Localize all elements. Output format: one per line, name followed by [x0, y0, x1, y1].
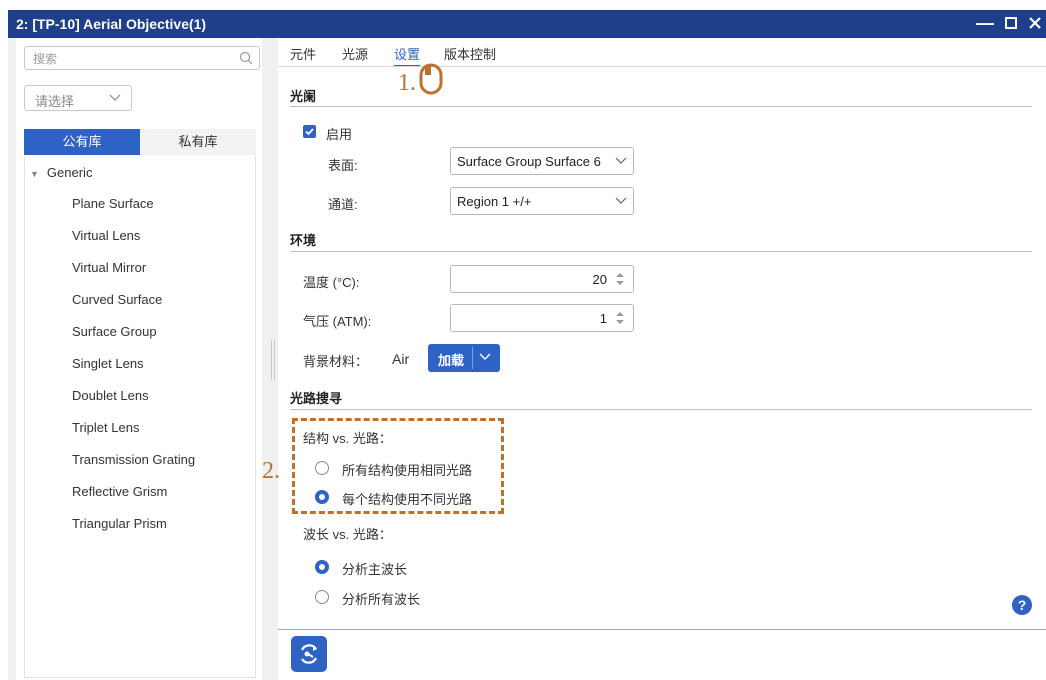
button-separator — [472, 347, 473, 369]
tree-item[interactable]: Reflective Grism — [72, 484, 167, 499]
annotation-highlight-box — [292, 418, 504, 514]
background-material-value: Air — [392, 351, 410, 367]
radio-all-wavelengths-label: 分析所有波长 — [342, 592, 421, 607]
search-input[interactable] — [31, 50, 235, 68]
mouse-click-icon — [419, 63, 443, 95]
tree-item[interactable]: Singlet Lens — [72, 356, 144, 371]
pressure-value: 1 — [599, 311, 607, 326]
load-material-button[interactable]: 加载 — [428, 344, 500, 372]
pressure-spinbox[interactable]: 1 — [450, 304, 634, 332]
tree-item[interactable]: Virtual Lens — [72, 228, 140, 243]
spinner-arrows-icon[interactable] — [615, 271, 625, 287]
surface-dropdown[interactable]: Surface Group Surface 6 — [450, 147, 634, 175]
checkmark-icon — [305, 128, 314, 136]
library-select[interactable]: 请选择 — [24, 85, 132, 111]
trace-button[interactable] — [291, 636, 327, 672]
channel-dropdown[interactable]: Region 1 +/+ — [450, 187, 634, 215]
tree-item[interactable]: Virtual Mirror — [72, 260, 146, 275]
section-divider — [290, 409, 1032, 410]
tab-components[interactable]: 元件 — [290, 44, 316, 63]
tabs-divider — [278, 66, 1046, 67]
maximize-button[interactable] — [1000, 12, 1022, 34]
section-divider — [290, 251, 1032, 252]
tab-settings[interactable]: 设置 — [394, 44, 421, 67]
title-bar: 2: [TP-10] Aerial Objective(1) — — [8, 10, 1046, 38]
top-strip — [0, 0, 1046, 10]
tab-private-library[interactable]: 私有库 — [140, 129, 256, 155]
radio-primary-wavelength[interactable] — [315, 560, 329, 574]
panel-splitter[interactable] — [271, 340, 275, 380]
section-title-aperture: 光阑 — [290, 89, 317, 104]
spinner-arrows-icon[interactable] — [615, 310, 625, 326]
library-tabs: 公有库 私有库 — [24, 129, 256, 155]
tree-node-label: Generic — [46, 165, 93, 180]
enable-label: 启用 — [326, 127, 353, 142]
channel-dropdown-value: Region 1 +/+ — [457, 194, 532, 209]
wavelength-vs-path-label: 波长 vs. 光路： — [303, 527, 392, 542]
search-icon[interactable] — [239, 51, 253, 65]
window-title: 2: [TP-10] Aerial Objective(1) — [16, 16, 207, 32]
minimize-button[interactable]: — — [974, 12, 996, 34]
tree-item[interactable]: Doublet Lens — [72, 388, 149, 403]
radio-all-wavelengths[interactable] — [315, 590, 329, 604]
tree-item[interactable]: Triangular Prism — [72, 516, 167, 531]
chevron-down-icon — [615, 157, 627, 164]
enable-checkbox[interactable] — [303, 125, 316, 138]
close-button[interactable] — [1024, 12, 1046, 34]
tab-public-library[interactable]: 公有库 — [24, 129, 140, 155]
search-box[interactable] — [24, 46, 260, 70]
temperature-label: 温度 (°C): — [303, 275, 360, 290]
tab-sources[interactable]: 光源 — [342, 44, 368, 63]
radio-primary-wavelength-label: 分析主波长 — [342, 562, 408, 577]
load-button-label: 加载 — [438, 353, 465, 368]
channel-label: 通道: — [328, 197, 358, 212]
tree-item[interactable]: Transmission Grating — [72, 452, 195, 467]
annotation-step-2: 2. — [262, 458, 280, 484]
section-title-environment: 环境 — [290, 233, 317, 248]
surface-dropdown-value: Surface Group Surface 6 — [457, 154, 601, 169]
tree-item[interactable]: Surface Group — [72, 324, 157, 339]
maximize-icon — [1005, 17, 1017, 29]
chevron-down-icon[interactable] — [479, 352, 491, 362]
chevron-down-icon — [615, 197, 627, 204]
caret-down-icon[interactable]: ▼ — [30, 169, 39, 179]
close-icon — [1029, 17, 1041, 29]
tab-version-control[interactable]: 版本控制 — [444, 44, 496, 63]
temperature-spinbox[interactable]: 20 — [450, 265, 634, 293]
library-select-value: 请选择 — [35, 94, 75, 109]
section-divider — [290, 106, 1032, 107]
tree-item[interactable]: Plane Surface — [72, 196, 154, 211]
background-material-label: 背景材料： — [303, 354, 369, 369]
tree-node-generic[interactable]: ▼ Generic — [30, 165, 92, 180]
surface-label: 表面: — [328, 158, 358, 173]
chevron-down-icon — [109, 94, 121, 101]
tree-item[interactable]: Triplet Lens — [72, 420, 139, 435]
temperature-value: 20 — [592, 272, 607, 287]
annotation-step-1: 1. — [398, 70, 416, 96]
pressure-label: 气压 (ATM): — [303, 314, 372, 329]
section-title-ray-search: 光路搜寻 — [290, 391, 343, 406]
bottom-toolbar — [278, 630, 1046, 680]
tree-item[interactable]: Curved Surface — [72, 292, 162, 307]
ray-trace-icon — [301, 644, 317, 664]
help-icon[interactable]: ? — [1012, 595, 1032, 615]
